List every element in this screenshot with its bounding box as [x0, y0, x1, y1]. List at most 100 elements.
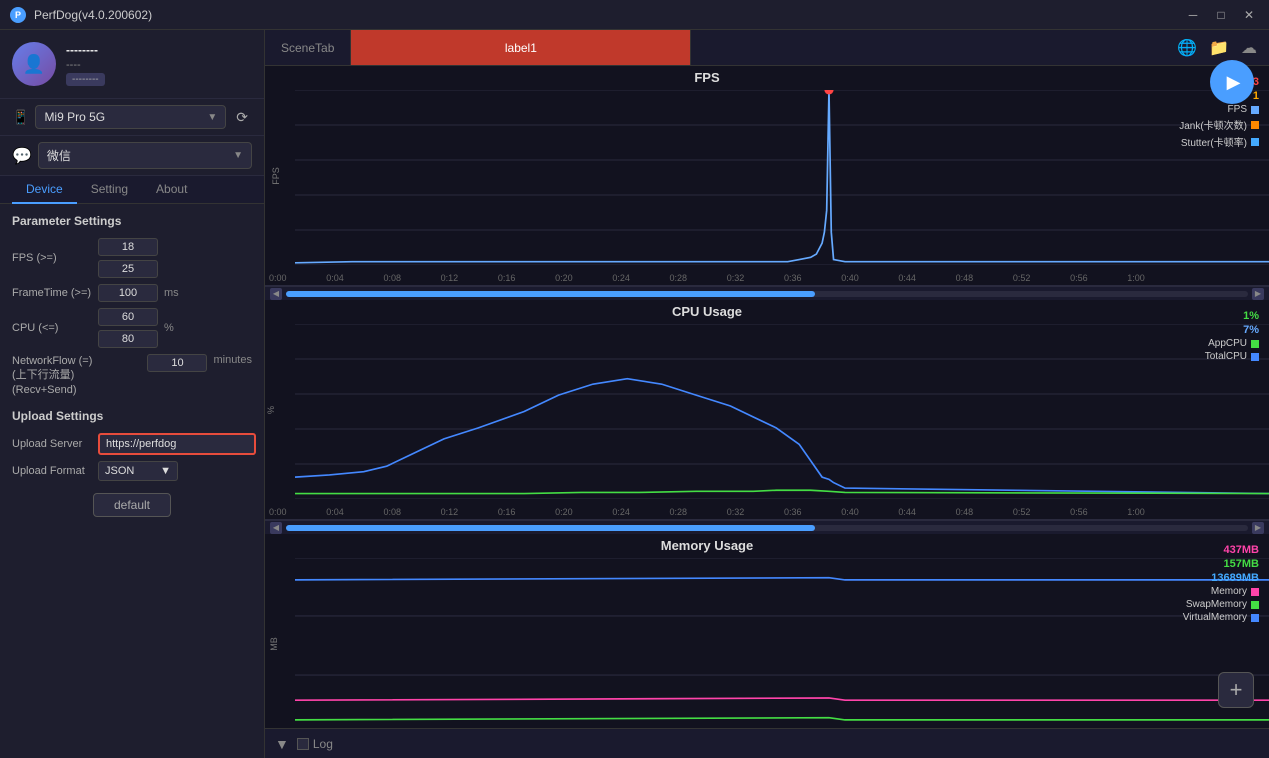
user-profile: 👤 -------- ---- -------- [0, 30, 264, 99]
fps-label: FPS (>=) [12, 252, 92, 264]
cpu-x-15: 1:00 [1127, 507, 1145, 517]
fps-inputs [98, 238, 158, 278]
cpu-x-8: 0:32 [727, 507, 745, 517]
memory-chart-container: Memory Usage 437MB 157MB 13689MB Memory … [265, 534, 1269, 753]
log-checkbox-row[interactable]: Log [297, 737, 333, 751]
fps-scroll-right[interactable]: ▶ [1252, 288, 1264, 300]
cpu-scrollbar[interactable]: ◀ ▶ [265, 520, 1269, 534]
cpu-x-12: 0:48 [956, 507, 974, 517]
upload-server-row: Upload Server [12, 433, 252, 455]
bottom-collapse-icon[interactable]: ▼ [275, 736, 289, 752]
default-button[interactable]: default [93, 493, 171, 517]
upload-format-selector[interactable]: JSON ▼ [98, 461, 178, 481]
appcpu-legend-label: AppCPU [1208, 338, 1247, 349]
sidebar-tabs: Device Setting About [0, 176, 264, 204]
sidebar: 👤 -------- ---- -------- 📱 Mi9 Pro 5G ▼ … [0, 30, 265, 758]
close-button[interactable]: ✕ [1239, 5, 1259, 25]
cpu-x-14: 0:56 [1070, 507, 1088, 517]
fps-scrollbar-track[interactable] [286, 291, 1248, 297]
fps-input-1[interactable] [98, 238, 158, 256]
cpu-legend-value-2: 7% [1205, 324, 1259, 336]
fps-x-14: 0:56 [1070, 273, 1088, 283]
network-label-line3: (Recv+Send) [12, 384, 77, 396]
cpu-legend-value-1: 1% [1205, 310, 1259, 322]
fps-chart-svg: 125 100 75 50 25 0 [295, 90, 1269, 265]
cpu-x-3: 0:12 [441, 507, 459, 517]
jank-legend-label: Jank(卡顿次数) [1179, 117, 1247, 132]
network-label: NetworkFlow (=) (上下行流量) (Recv+Send) [12, 354, 141, 397]
location-icon[interactable]: 🌐 [1177, 38, 1197, 58]
app-selector[interactable]: 微信 ▼ [38, 142, 252, 169]
cpu-input-2[interactable] [98, 330, 158, 348]
scene-tab-active[interactable]: label1 [351, 30, 691, 65]
cpu-x-2: 0:08 [383, 507, 401, 517]
cpu-y-label: % [266, 405, 276, 413]
stutter-color-dot [1251, 138, 1259, 146]
fps-x-12: 0:48 [956, 273, 974, 283]
tab-about[interactable]: About [142, 176, 201, 204]
tab-setting[interactable]: Setting [77, 176, 142, 204]
cpu-scroll-right[interactable]: ▶ [1252, 522, 1264, 534]
memory-color-dot [1251, 588, 1259, 596]
plus-icon: + [1230, 677, 1243, 703]
network-param-row: NetworkFlow (=) (上下行流量) (Recv+Send) minu… [12, 354, 252, 397]
charts-area: FPS 3 1 FPS Jank(卡顿次数) Stutt [265, 66, 1269, 758]
cpu-x-6: 0:24 [612, 507, 630, 517]
scene-tab-label: SceneTab [265, 30, 351, 65]
play-button[interactable]: ▶ [1210, 60, 1254, 104]
refresh-button[interactable]: ⟳ [232, 107, 252, 128]
fps-input-2[interactable] [98, 260, 158, 278]
fps-scrollbar[interactable]: ◀ ▶ [265, 286, 1269, 300]
memory-legend-item-swap: SwapMemory [1183, 599, 1259, 610]
upload-format-row: Upload Format JSON ▼ [12, 461, 252, 481]
upload-settings-title: Upload Settings [12, 409, 252, 423]
cpu-legend-item-total: TotalCPU [1205, 351, 1259, 362]
tab-device[interactable]: Device [12, 176, 77, 204]
memory-legend-item-virtual: VirtualMemory [1183, 612, 1259, 623]
cpu-label: CPU (<=) [12, 322, 92, 334]
fps-x-labels: 0:00 0:04 0:08 0:12 0:16 0:20 0:24 0:28 … [265, 273, 1149, 283]
network-unit: minutes [213, 354, 252, 366]
memory-chart-svg: 3,000 2,000 1,000 0 [295, 558, 1269, 733]
network-input[interactable] [147, 354, 207, 372]
jank-color-dot [1251, 121, 1259, 129]
memory-legend-label: Memory [1211, 586, 1247, 597]
upload-settings: Upload Settings Upload Server Upload For… [12, 409, 252, 481]
titlebar: P PerfDog(v4.0.200602) ─ □ ✕ [0, 0, 1269, 30]
minimize-button[interactable]: ─ [1183, 5, 1203, 25]
folder-icon[interactable]: 📁 [1209, 38, 1229, 58]
cpu-scrollbar-track[interactable] [286, 525, 1248, 531]
fps-legend-item-stutter: Stutter(卡顿率) [1179, 134, 1259, 149]
fps-y-label: FPS [271, 167, 281, 185]
upload-format-label: Upload Format [12, 465, 92, 477]
cpu-scroll-left[interactable]: ◀ [270, 522, 282, 534]
right-panel: ▶ SceneTab label1 🌐 📁 ☁ FPS 3 1 [265, 30, 1269, 758]
cloud-icon[interactable]: ☁ [1241, 38, 1257, 58]
frametime-input[interactable] [98, 284, 158, 302]
scene-tabbar: SceneTab label1 🌐 📁 ☁ [265, 30, 1269, 66]
fps-scrollbar-thumb [286, 291, 815, 297]
fps-x-7: 0:28 [670, 273, 688, 283]
device-selector[interactable]: Mi9 Pro 5G ▼ [35, 105, 226, 129]
fps-scroll-left[interactable]: ◀ [270, 288, 282, 300]
cpu-input-1[interactable] [98, 308, 158, 326]
log-checkbox[interactable] [297, 738, 309, 750]
app-icon: 💬 [12, 146, 32, 166]
cpu-x-13: 0:52 [1013, 507, 1031, 517]
play-icon: ▶ [1227, 72, 1241, 93]
fps-x-11: 0:44 [898, 273, 916, 283]
topbar-icons: 🌐 📁 ☁ [1177, 38, 1269, 58]
app-name: 微信 [47, 147, 71, 164]
cpu-inputs [98, 308, 158, 348]
stutter-legend-label: Stutter(卡顿率) [1181, 134, 1247, 149]
parameter-settings-title: Parameter Settings [12, 214, 252, 228]
add-chart-button[interactable]: + [1218, 672, 1254, 708]
chevron-down-icon: ▼ [207, 112, 217, 123]
cpu-chart-panel: CPU Usage 1% 7% AppCPU TotalCPU [265, 300, 1269, 520]
frametime-label: FrameTime (>=) [12, 287, 92, 299]
chevron-down-icon: ▼ [160, 465, 171, 477]
cpu-x-10: 0:40 [841, 507, 859, 517]
maximize-button[interactable]: □ [1211, 5, 1231, 25]
upload-server-input[interactable] [98, 433, 256, 455]
cpu-x-11: 0:44 [898, 507, 916, 517]
